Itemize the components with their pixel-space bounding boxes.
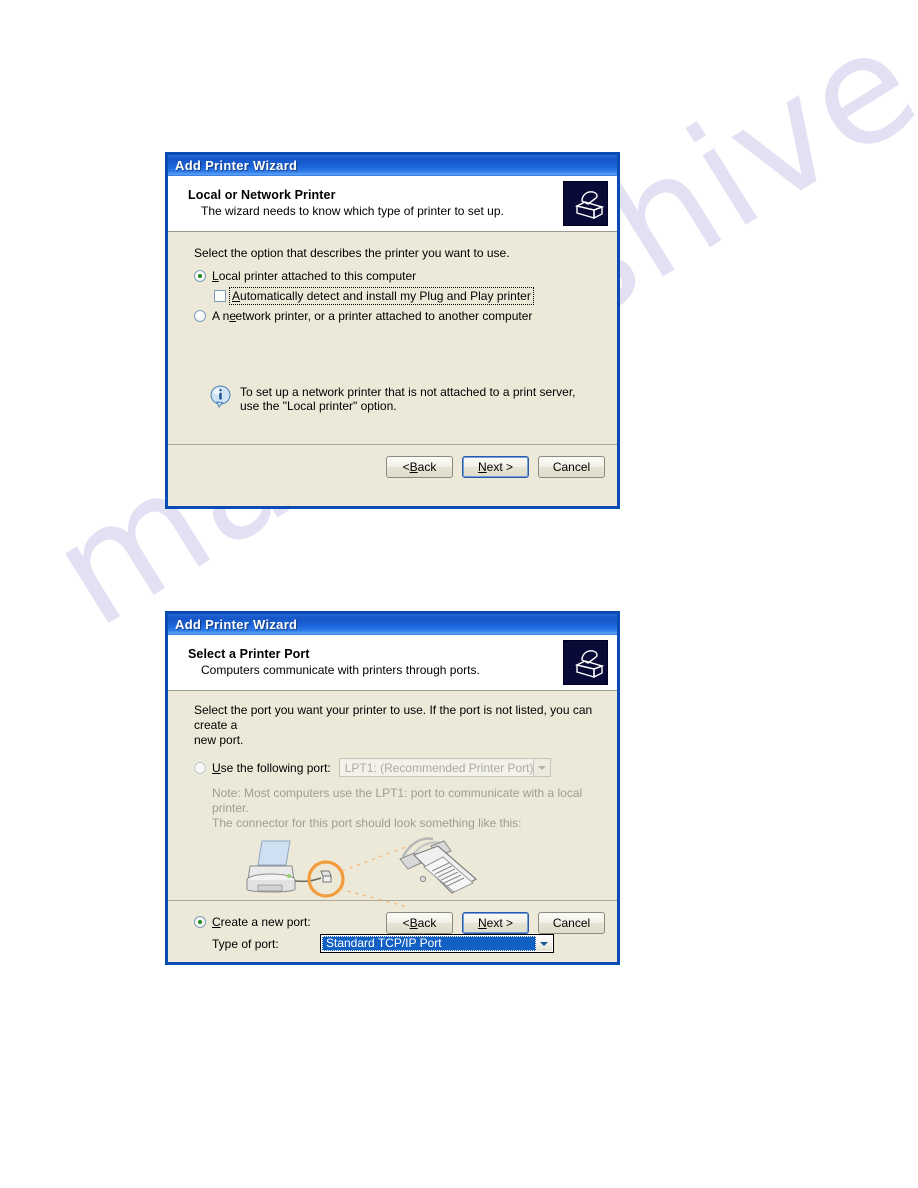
radio-use-following-port[interactable]: [194, 762, 206, 774]
chevron-down-icon[interactable]: [536, 936, 552, 951]
radio-create-new-port[interactable]: [194, 916, 206, 928]
option-network-printer[interactable]: A neetwork printer, or a printer attache…: [194, 309, 599, 323]
port-select[interactable]: LPT1: (Recommended Printer Port): [338, 758, 551, 777]
dialog1-prompt: Select the option that describes the pri…: [194, 246, 510, 260]
dialog2-title: Add Printer Wizard: [175, 617, 298, 632]
option-create-new-port[interactable]: Create a new port:: [194, 915, 599, 929]
printer-icon: [563, 640, 608, 685]
option-use-following-port-label: Use the following port:: [212, 760, 331, 775]
info-note-text: To set up a network printer that is not …: [240, 385, 576, 413]
dialog2-note-line2: The connector for this port should look …: [212, 816, 522, 830]
dialog2-prompt-line2: new port.: [194, 733, 244, 747]
option-network-printer-label: A neetwork printer, or a printer attache…: [212, 309, 533, 323]
type-of-port-row: Type of port: Standard TCP/IP Port: [194, 934, 599, 953]
dialog1-title: Add Printer Wizard: [175, 158, 298, 173]
option-local-printer[interactable]: Local printer attached to this computer: [194, 269, 599, 283]
type-of-port-select[interactable]: Standard TCP/IP Port: [320, 934, 554, 953]
next-button[interactable]: Next >: [462, 456, 529, 478]
printer-parallel-cable-connector-illustration: [228, 835, 599, 913]
info-icon: [210, 385, 232, 414]
chevron-down-icon[interactable]: [532, 759, 550, 776]
checkbox-auto-detect[interactable]: [214, 290, 226, 302]
info-note-line1: To set up a network printer that is not …: [240, 385, 576, 399]
info-note-line2: use the "Local printer" option.: [240, 399, 397, 413]
option-use-following-port[interactable]: Use the following port: LPT1: (Recommend…: [194, 758, 599, 777]
option-auto-detect[interactable]: Automatically detect and install my Plug…: [214, 287, 599, 305]
port-select-value: LPT1: (Recommended Printer Port): [344, 760, 533, 775]
dialog1-footer: < Back Next > Cancel: [168, 444, 617, 489]
dialog2-body: Select the port you want your printer to…: [168, 691, 617, 953]
type-of-port-label: Type of port:: [212, 936, 279, 951]
radio-network-printer[interactable]: [194, 310, 206, 322]
dialog1-titlebar: Add Printer Wizard: [168, 155, 617, 176]
dialog1-header-title: Local or Network Printer: [188, 187, 336, 202]
type-of-port-value: Standard TCP/IP Port: [322, 936, 536, 951]
dialog2-prompt-line1: Select the port you want your printer to…: [194, 703, 593, 732]
dialog1-header-subtitle: The wizard needs to know which type of p…: [201, 203, 504, 218]
add-printer-wizard-dialog-local-or-network: Add Printer Wizard Local or Network Prin…: [165, 152, 620, 509]
radio-local-printer[interactable]: [194, 270, 206, 282]
printer-icon: [563, 181, 608, 226]
dialog2-note-line1: Note: Most computers use the LPT1: port …: [212, 786, 583, 815]
dialog2-titlebar: Add Printer Wizard: [168, 614, 617, 635]
back-button[interactable]: < Back: [386, 456, 453, 478]
dialog2-header: Select a Printer Port Computers communic…: [168, 635, 617, 691]
add-printer-wizard-dialog-select-printer-port: Add Printer Wizard Select a Printer Port…: [165, 611, 620, 965]
dialog1-header: Local or Network Printer The wizard need…: [168, 176, 617, 232]
dialog1-body: Select the option that describes the pri…: [168, 232, 617, 444]
cancel-button[interactable]: Cancel: [538, 456, 605, 478]
info-note: To set up a network printer that is not …: [194, 385, 599, 414]
option-local-printer-label: Local printer attached to this computer: [212, 269, 417, 283]
option-create-new-port-label: Create a new port:: [212, 915, 311, 929]
dialog2-header-subtitle: Computers communicate with printers thro…: [201, 662, 480, 677]
option-auto-detect-label: Automatically detect and install my Plug…: [229, 287, 534, 305]
dialog2-header-title: Select a Printer Port: [188, 646, 310, 661]
